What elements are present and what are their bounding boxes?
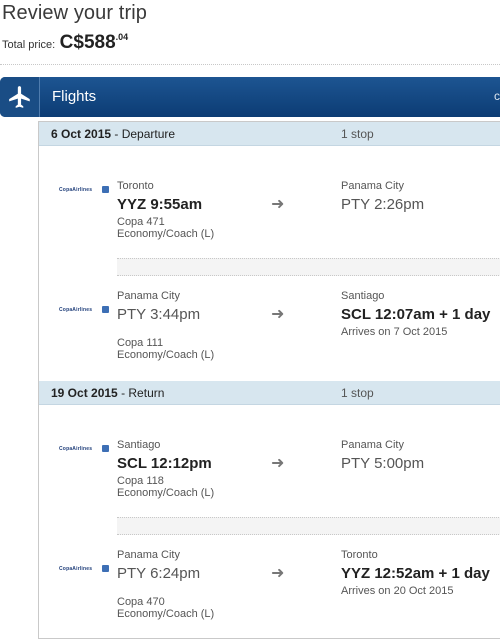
arrival-date-note: Arrives on 20 Oct 2015: [341, 585, 454, 597]
segment-destination: Toronto YYZ 12:52am + 1 day Arrives on 2…: [341, 549, 490, 597]
leg-date: 6 Oct 2015 - Departure: [51, 127, 176, 141]
layover-divider: [117, 517, 500, 535]
flights-section-bar[interactable]: Flights c: [0, 77, 500, 117]
right-arrow-icon: ➜: [271, 196, 285, 213]
cabin-class: Economy/Coach (L): [117, 487, 215, 499]
segment-origin: Panama City PTY 6:24pm Copa 470 Economy/…: [117, 549, 214, 620]
cabin-class: Economy/Coach (L): [117, 608, 215, 620]
right-arrow-icon: ➜: [271, 306, 285, 323]
leg-date: 19 Oct 2015 - Return: [51, 386, 165, 400]
total-price-cents: .04: [115, 32, 129, 42]
departure-time: PTY 6:24pm: [117, 565, 201, 582]
cabin-class: Economy/Coach (L): [117, 349, 215, 361]
destination-city: Toronto: [341, 549, 378, 561]
header-divider: [0, 64, 500, 65]
segment-destination: Santiago SCL 12:07am + 1 day Arrives on …: [341, 290, 490, 338]
arrival-time: SCL 12:07am + 1 day: [341, 306, 491, 323]
flight-segment: CopaAirlines Toronto YYZ 9:55am Copa 471…: [39, 146, 500, 258]
flight-number: Copa 470: [117, 596, 165, 608]
total-price-amount: C$588: [59, 32, 116, 53]
leg-header-departure: 6 Oct 2015 - Departure 1 stop: [39, 122, 500, 146]
segment-origin: Santiago SCL 12:12pm Copa 118 Economy/Co…: [117, 439, 214, 499]
copa-airlines-logo: CopaAirlines: [59, 565, 109, 575]
flight-number: Copa 111: [117, 337, 164, 349]
leg-stops: 1 stop: [341, 127, 374, 141]
leg-header-return: 19 Oct 2015 - Return 1 stop: [39, 381, 500, 405]
flight-segment: CopaAirlines Panama City PTY 6:24pm Copa…: [39, 535, 500, 639]
segment-origin: Toronto YYZ 9:55am Copa 471 Economy/Coac…: [117, 180, 214, 240]
flight-number: Copa 118: [117, 475, 164, 487]
airplane-icon: [0, 77, 40, 117]
copa-airlines-logo: CopaAirlines: [59, 306, 109, 316]
page-title: Review your trip: [2, 2, 147, 24]
departure-time: YYZ 9:55am: [117, 196, 203, 213]
flights-bar-trailing-text: c: [494, 89, 500, 103]
total-price: Total price: C$588.04: [2, 32, 128, 54]
flight-number: Copa 471: [117, 216, 165, 228]
flights-label: Flights: [52, 88, 97, 105]
departure-time: SCL 12:12pm: [117, 455, 212, 472]
total-price-label: Total price:: [2, 39, 56, 51]
origin-city: Santiago: [117, 439, 161, 451]
segment-destination: Panama City PTY 5:00pm: [341, 439, 424, 472]
cabin-class: Economy/Coach (L): [117, 228, 215, 240]
right-arrow-icon: ➜: [271, 565, 285, 582]
origin-city: Panama City: [117, 290, 180, 302]
arrival-time: PTY 5:00pm: [341, 455, 425, 472]
destination-city: Santiago: [341, 290, 385, 302]
segment-destination: Panama City PTY 2:26pm: [341, 180, 424, 213]
destination-city: Panama City: [341, 439, 404, 451]
departure-time: PTY 3:44pm: [117, 306, 201, 323]
segment-origin: Panama City PTY 3:44pm Copa 111 Economy/…: [117, 290, 214, 361]
copa-airlines-logo: CopaAirlines: [59, 186, 109, 196]
right-arrow-icon: ➜: [271, 455, 285, 472]
leg-stops: 1 stop: [341, 386, 374, 400]
copa-airlines-logo: CopaAirlines: [59, 445, 109, 455]
origin-city: Toronto: [117, 180, 154, 192]
arrival-time: YYZ 12:52am + 1 day: [341, 565, 490, 582]
layover-divider: [117, 258, 500, 276]
itinerary-card: 6 Oct 2015 - Departure 1 stop CopaAirlin…: [38, 121, 500, 639]
arrival-time: PTY 2:26pm: [341, 196, 425, 213]
flight-segment: CopaAirlines Panama City PTY 3:44pm Copa…: [39, 276, 500, 370]
destination-city: Panama City: [341, 180, 404, 192]
origin-city: Panama City: [117, 549, 180, 561]
trip-header: Review your trip Total price: C$588.04: [0, 0, 500, 64]
flight-segment: CopaAirlines Santiago SCL 12:12pm Copa 1…: [39, 405, 500, 517]
arrival-date-note: Arrives on 7 Oct 2015: [341, 326, 448, 338]
